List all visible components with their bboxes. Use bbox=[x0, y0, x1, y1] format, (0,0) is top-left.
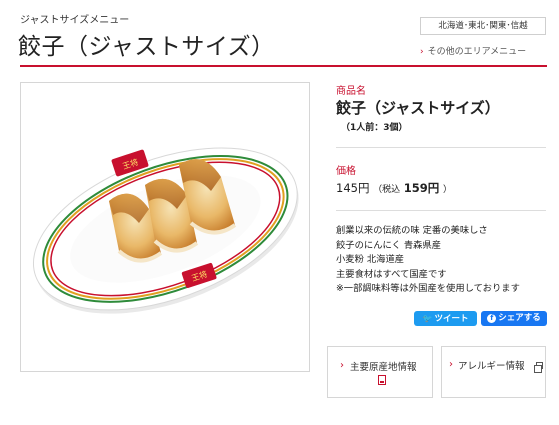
twitter-bird-icon: 🐦 bbox=[422, 314, 433, 323]
header-divider bbox=[20, 65, 547, 67]
product-name-label: 商品名 bbox=[336, 86, 366, 97]
external-window-icon bbox=[534, 362, 543, 373]
origin-info-button[interactable]: › 主要原産地情報 bbox=[327, 346, 433, 398]
tweet-button[interactable]: 🐦 ツイート bbox=[414, 311, 477, 326]
chevron-right-icon: › bbox=[340, 360, 344, 371]
tax-price: 159円 bbox=[403, 181, 440, 195]
area-badge: 北海道･東北･関東･信越 bbox=[420, 17, 546, 35]
product-description: 創業以来の伝統の味 定番の美味しさ 餃子のにんにく 青森県産 小麦粉 北海道産 … bbox=[336, 224, 520, 297]
price-label: 価格 bbox=[336, 166, 356, 177]
tax-close: ） bbox=[442, 185, 452, 195]
facebook-share-button[interactable]: f シェアする bbox=[481, 311, 547, 326]
chevron-right-icon: › bbox=[449, 359, 453, 370]
other-area-link-label: その他のエリアメニュー bbox=[427, 47, 527, 57]
price: 145円 （税込 159円 ） bbox=[336, 180, 452, 196]
pdf-icon bbox=[378, 375, 386, 385]
divider bbox=[336, 147, 546, 148]
description-line: ※一部調味料等は外国産を使用しております bbox=[336, 283, 520, 294]
origin-info-label: 主要原産地情報 bbox=[350, 362, 417, 373]
other-area-link[interactable]: › その他のエリアメニュー bbox=[420, 44, 526, 57]
description-line: 主要食材はすべて国産です bbox=[336, 268, 447, 280]
description-line: 創業以来の伝統の味 定番の美味しさ bbox=[336, 225, 488, 236]
description-line: 小麦粉 北海道産 bbox=[336, 254, 405, 265]
page-title: 餃子（ジャストサイズ） bbox=[18, 34, 275, 60]
facebook-icon: f bbox=[487, 314, 497, 323]
price-value: 145円 bbox=[336, 181, 370, 195]
share-label: シェアする bbox=[498, 313, 541, 323]
allergy-info-button[interactable]: › アレルギー情報 bbox=[441, 346, 546, 398]
tax-label: （税込 bbox=[373, 185, 401, 195]
product-photo: 王将 王将 bbox=[20, 82, 310, 372]
product-name: 餃子（ジャストサイズ） bbox=[336, 99, 500, 117]
serving-size: （1人前：3個） bbox=[341, 123, 408, 133]
category-label: ジャストサイズメニュー bbox=[20, 15, 130, 26]
tweet-label: ツイート bbox=[434, 314, 469, 324]
divider bbox=[336, 210, 546, 211]
description-line: 餃子のにんにく 青森県産 bbox=[336, 239, 442, 251]
chevron-right-icon: › bbox=[420, 47, 424, 57]
allergy-info-label: アレルギー情報 bbox=[458, 361, 525, 372]
